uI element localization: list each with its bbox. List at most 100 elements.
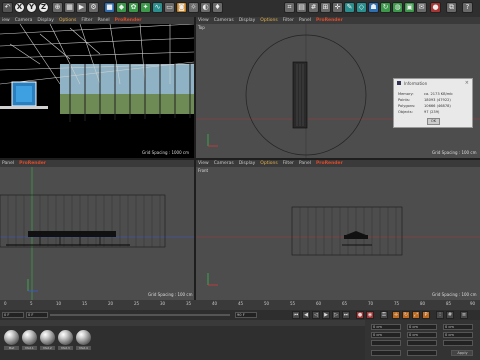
menu-panel[interactable]: Panel bbox=[299, 18, 311, 23]
menu-options[interactable]: Options bbox=[59, 18, 76, 23]
menu-filter[interactable]: Filter bbox=[283, 18, 294, 23]
go-to-end-icon[interactable]: ⏭ bbox=[342, 311, 350, 319]
apply-button[interactable]: Apply bbox=[451, 350, 473, 356]
layout-icon[interactable]: ⧉ bbox=[446, 2, 457, 13]
menu-view[interactable]: View bbox=[198, 161, 209, 166]
material-preview[interactable] bbox=[76, 330, 91, 345]
render-view-icon[interactable]: ▶ bbox=[76, 2, 87, 13]
key-param-icon[interactable]: P bbox=[422, 311, 430, 319]
coordinate-system-icon[interactable]: ⊕ bbox=[52, 2, 63, 13]
current-frame-field[interactable]: 0 F bbox=[2, 312, 24, 318]
render-region-icon[interactable]: ▦ bbox=[64, 2, 75, 13]
snap-icon[interactable]: ⌗ bbox=[284, 2, 295, 13]
menu-display[interactable]: Display bbox=[239, 161, 256, 166]
start-frame-field[interactable]: 0 F bbox=[26, 312, 48, 318]
size-mode-select[interactable] bbox=[407, 350, 437, 356]
menu-prorender[interactable]: ProRender bbox=[115, 18, 142, 23]
material-preview[interactable] bbox=[58, 330, 73, 345]
material-label[interactable]: Mat bbox=[4, 346, 19, 350]
material-label[interactable]: Mat.1 bbox=[22, 346, 37, 350]
axis-z-lock[interactable]: Z bbox=[38, 2, 49, 13]
spline-icon[interactable]: ∿ bbox=[152, 2, 163, 13]
key-rotation-icon[interactable]: ↻ bbox=[402, 311, 410, 319]
menu-view[interactable]: iew bbox=[2, 18, 10, 23]
size-y-field[interactable]: 0 cm bbox=[407, 332, 437, 338]
timeline-range-slider[interactable] bbox=[50, 314, 230, 316]
menu-prorender[interactable]: ProRender bbox=[316, 161, 343, 166]
sculpt-icon[interactable]: ☗ bbox=[368, 2, 379, 13]
viewport-perspective[interactable]: Grid Spacing : 1000 cm bbox=[0, 24, 194, 158]
rot-p-field[interactable]: 0 cm bbox=[443, 332, 473, 338]
go-to-start-icon[interactable]: ⏮ bbox=[292, 311, 300, 319]
coord-z-field[interactable] bbox=[371, 340, 401, 346]
menu-prorender[interactable]: ProRender bbox=[316, 18, 343, 23]
help-icon[interactable]: ? bbox=[462, 2, 473, 13]
size-z-field[interactable] bbox=[407, 340, 437, 346]
prorender-icon[interactable]: ● bbox=[430, 2, 441, 13]
timeline-ruler[interactable]: 0 5 10 15 20 25 30 35 40 45 50 55 60 65 … bbox=[0, 300, 480, 310]
script-icon[interactable]: ✉ bbox=[416, 2, 427, 13]
menu-view[interactable]: View bbox=[198, 18, 209, 23]
autokey-icon[interactable]: ◉ bbox=[366, 311, 374, 319]
grid-icon[interactable]: # bbox=[308, 2, 319, 13]
prev-key-icon[interactable]: ◀ bbox=[302, 311, 310, 319]
rot-b-field[interactable] bbox=[443, 340, 473, 346]
motion-icon[interactable]: ↻ bbox=[380, 2, 391, 13]
record-icon[interactable]: ● bbox=[356, 311, 364, 319]
menu-options[interactable]: Options bbox=[260, 18, 277, 23]
key-position-icon[interactable]: ✛ bbox=[392, 311, 400, 319]
material-label[interactable]: Mat.2 bbox=[40, 346, 55, 350]
coord-x-field[interactable]: 0 cm bbox=[371, 324, 401, 330]
sky-icon[interactable]: ◐ bbox=[200, 2, 211, 13]
material-preview[interactable] bbox=[4, 330, 19, 345]
ok-button[interactable]: OK bbox=[427, 118, 440, 125]
menu-filter[interactable]: Filter bbox=[81, 18, 92, 23]
play-icon[interactable]: ▶ bbox=[322, 311, 330, 319]
axis-x-lock[interactable]: X bbox=[14, 2, 25, 13]
quantize-icon[interactable]: ⊞ bbox=[320, 2, 331, 13]
timeline-menu-icon[interactable]: ≡ bbox=[460, 311, 468, 319]
light-icon[interactable]: ☼ bbox=[188, 2, 199, 13]
workplane-icon[interactable]: ▤ bbox=[296, 2, 307, 13]
menu-cameras[interactable]: Cameras bbox=[214, 161, 234, 166]
size-x-field[interactable]: 0 cm bbox=[407, 324, 437, 330]
floor-icon[interactable]: ▭ bbox=[164, 2, 175, 13]
material-label[interactable]: Mat.3 bbox=[58, 346, 73, 350]
close-icon[interactable]: × bbox=[465, 80, 469, 86]
menu-panel[interactable]: Panel bbox=[299, 161, 311, 166]
menu-panel[interactable]: Panel bbox=[98, 18, 110, 23]
viewport-right[interactable]: Grid Spacing : 100 cm bbox=[0, 167, 194, 300]
rot-h-field[interactable]: 0 cm bbox=[443, 324, 473, 330]
cube-icon[interactable]: ■ bbox=[104, 2, 115, 13]
mode-select[interactable] bbox=[371, 350, 401, 356]
material-preview[interactable] bbox=[40, 330, 55, 345]
coord-y-field[interactable]: 0 cm bbox=[371, 332, 401, 338]
menu-panel[interactable]: Panel bbox=[2, 161, 14, 166]
axis-icon[interactable]: ✛ bbox=[332, 2, 343, 13]
key-selection-icon[interactable]: ⚿ bbox=[380, 311, 388, 319]
max-frame-field[interactable]: 90 F bbox=[235, 312, 257, 318]
point-level-icon[interactable]: ⁝ bbox=[436, 311, 444, 319]
play-backwards-icon[interactable]: ◁ bbox=[312, 311, 320, 319]
material-preview[interactable] bbox=[22, 330, 37, 345]
menu-filter[interactable]: Filter bbox=[283, 161, 294, 166]
menu-camera[interactable]: Camera bbox=[15, 18, 33, 23]
menu-cameras[interactable]: Cameras bbox=[214, 18, 234, 23]
volume-icon[interactable]: ▣ bbox=[404, 2, 415, 13]
paint-icon[interactable]: ✎ bbox=[344, 2, 355, 13]
menu-display[interactable]: Display bbox=[239, 18, 256, 23]
fields-icon[interactable]: ◍ bbox=[392, 2, 403, 13]
tag-icon[interactable]: ♦ bbox=[212, 2, 223, 13]
axis-y-lock[interactable]: Y bbox=[26, 2, 37, 13]
next-key-icon[interactable]: ▷ bbox=[332, 311, 340, 319]
material-label[interactable]: Mat.4 bbox=[76, 346, 91, 350]
viewport-front[interactable]: Front Grid Spacing : 100 cm bbox=[196, 167, 480, 300]
uv-icon[interactable]: ◇ bbox=[356, 2, 367, 13]
camera-icon[interactable]: ◙ bbox=[176, 2, 187, 13]
key-scale-icon[interactable]: ⤢ bbox=[412, 311, 420, 319]
undo-icon[interactable]: ↶ bbox=[2, 2, 13, 13]
array-icon[interactable]: ✿ bbox=[128, 2, 139, 13]
deformer-icon[interactable]: ✦ bbox=[140, 2, 151, 13]
render-settings-icon[interactable]: ⚙ bbox=[88, 2, 99, 13]
menu-prorender[interactable]: ProRender bbox=[19, 161, 46, 166]
